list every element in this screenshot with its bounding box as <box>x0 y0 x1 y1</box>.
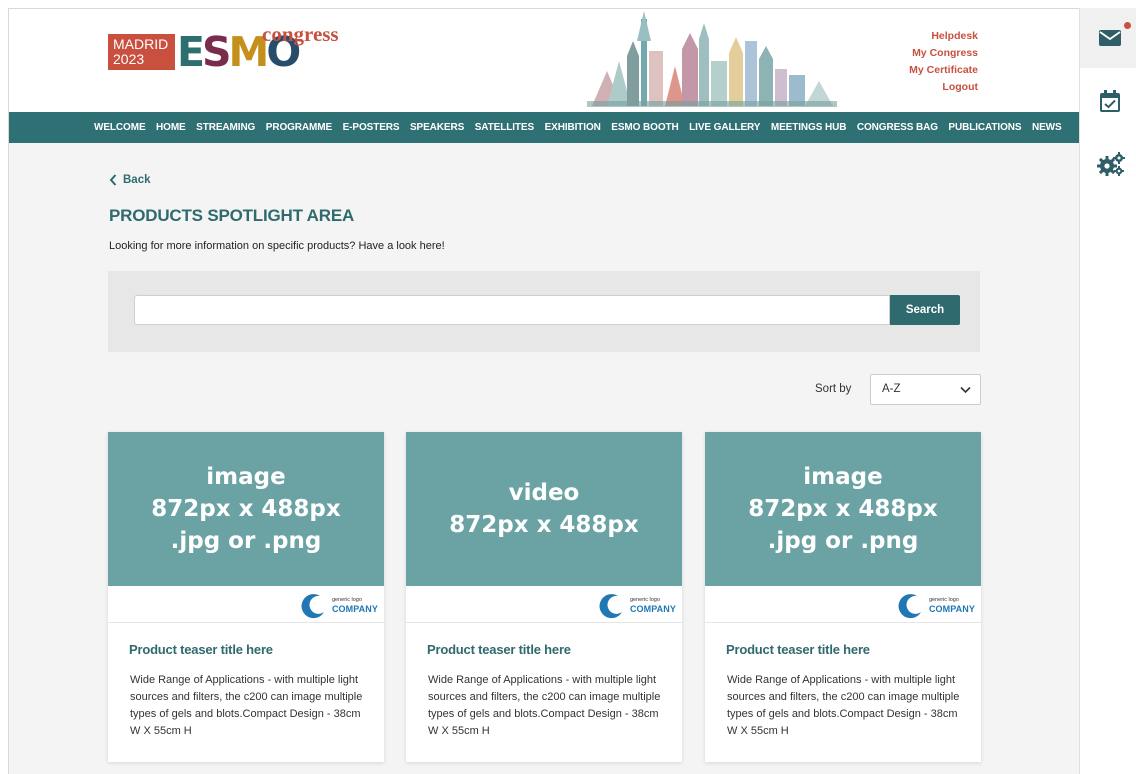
product-title[interactable]: Product teaser title here <box>427 642 571 657</box>
nav-item-e-posters[interactable]: E-POSTERS <box>343 122 400 133</box>
sort-label: Sort by <box>815 383 852 395</box>
nav-item-congress-bag[interactable]: CONGRESS BAG <box>857 122 938 133</box>
nav-item-meetings-hub[interactable]: MEETINGS HUB <box>771 122 847 133</box>
product-title[interactable]: Product teaser title here <box>726 642 870 657</box>
nav-item-programme[interactable]: PROGRAMME <box>266 122 332 133</box>
product-card[interactable]: video 872px x 488px generic logo COMPANY… <box>406 432 682 762</box>
back-link[interactable]: Back <box>109 174 151 186</box>
product-card[interactable]: image 872px x 488px .jpg or .png generic… <box>705 432 981 762</box>
main-nav: WELCOME HOME STREAMING PROGRAMME E-POSTE… <box>9 112 1079 143</box>
company-logo: generic logo COMPANY <box>895 590 975 620</box>
browser-frame: MADRID 2023 ESMO congress Helpdesk My Co… <box>8 8 1079 774</box>
sort-selected-value: A-Z <box>882 383 901 395</box>
company-logo: generic logo COMPANY <box>298 590 378 620</box>
esmo-letter-s: S <box>202 28 231 76</box>
esmo-letter-e: E <box>177 28 205 76</box>
my-congress-link[interactable]: My Congress <box>909 45 978 62</box>
company-swoosh-icon <box>599 594 622 619</box>
company-logo-row: generic logo COMPANY <box>705 586 981 623</box>
product-description: Wide Range of Applications - with multip… <box>428 674 661 737</box>
nav-item-news[interactable]: NEWS <box>1032 122 1062 133</box>
nav-item-satellites[interactable]: SATELLITES <box>475 122 534 133</box>
my-certificate-link[interactable]: My Certificate <box>909 62 978 79</box>
utility-links: Helpdesk My Congress My Certificate Logo… <box>909 28 978 96</box>
logo-small-text: generic logo <box>629 596 660 603</box>
product-media-placeholder: image 872px x 488px .jpg or .png <box>705 432 981 586</box>
product-card[interactable]: image 872px x 488px .jpg or .png generic… <box>108 432 384 762</box>
search-button[interactable]: Search <box>890 295 960 325</box>
company-logo-row: generic logo COMPANY <box>108 586 384 623</box>
company-logo: generic logo COMPANY <box>596 590 676 620</box>
nav-item-welcome[interactable]: WELCOME <box>94 122 146 133</box>
media-placeholder-text: image 872px x 488px .jpg or .png <box>748 464 938 554</box>
nav-item-exhibition[interactable]: EXHIBITION <box>545 122 601 133</box>
site-header: MADRID 2023 ESMO congress Helpdesk My Co… <box>9 9 1079 112</box>
logo-small-text: generic logo <box>331 596 362 603</box>
gears-icon <box>1097 152 1125 176</box>
nav-item-speakers[interactable]: SPEAKERS <box>410 122 464 133</box>
product-media-placeholder: image 872px x 488px .jpg or .png <box>108 432 384 586</box>
nav-item-streaming[interactable]: STREAMING <box>196 122 255 133</box>
sort-select[interactable]: A-Z <box>870 374 981 405</box>
search-panel: Search <box>108 271 980 352</box>
madrid-skyline-illustration <box>587 11 837 107</box>
company-swoosh-icon <box>301 594 324 619</box>
calendar-check-icon <box>1100 90 1120 112</box>
madrid-2023-badge: MADRID 2023 <box>108 34 175 70</box>
right-rail <box>1079 8 1136 774</box>
messages-button[interactable] <box>1080 8 1136 68</box>
nav-item-esmo-booth[interactable]: ESMO BOOTH <box>611 122 678 133</box>
page-title: PRODUCTS SPOTLIGHT AREA <box>109 206 355 225</box>
media-placeholder-text: image 872px x 488px .jpg or .png <box>151 464 341 554</box>
logo-company-text: COMPANY <box>629 603 676 614</box>
esmo-congress-logo[interactable]: MADRID 2023 ESMO congress <box>108 23 348 83</box>
nav-item-live-gallery[interactable]: LIVE GALLERY <box>689 122 760 133</box>
page-intro: Looking for more information on specific… <box>109 240 445 252</box>
logout-link[interactable]: Logout <box>909 79 978 96</box>
product-media-placeholder: video 872px x 488px <box>406 432 682 586</box>
company-swoosh-icon <box>898 594 921 619</box>
media-placeholder-text: video 872px x 488px <box>449 480 639 538</box>
search-input[interactable] <box>134 295 890 325</box>
chevron-left-icon <box>109 174 117 186</box>
notification-dot <box>1124 22 1131 29</box>
logo-company-text: COMPANY <box>928 603 975 614</box>
back-label: Back <box>123 174 151 186</box>
esmo-letter-m: M <box>228 28 270 76</box>
logo-small-text: generic logo <box>928 596 959 603</box>
product-description: Wide Range of Applications - with multip… <box>130 674 363 737</box>
logo-company-text: COMPANY <box>331 603 378 614</box>
product-title[interactable]: Product teaser title here <box>129 642 273 657</box>
envelope-icon <box>1099 30 1121 46</box>
company-logo-row: generic logo COMPANY <box>406 586 682 623</box>
product-description: Wide Range of Applications - with multip… <box>727 674 960 737</box>
congress-wordmark: congress <box>262 22 339 46</box>
helpdesk-link[interactable]: Helpdesk <box>909 28 978 45</box>
settings-button[interactable] <box>1080 138 1136 198</box>
nav-item-home[interactable]: HOME <box>156 122 186 133</box>
chevron-down-icon <box>960 386 971 394</box>
nav-item-publications[interactable]: PUBLICATIONS <box>948 122 1021 133</box>
agenda-button[interactable] <box>1080 78 1136 138</box>
